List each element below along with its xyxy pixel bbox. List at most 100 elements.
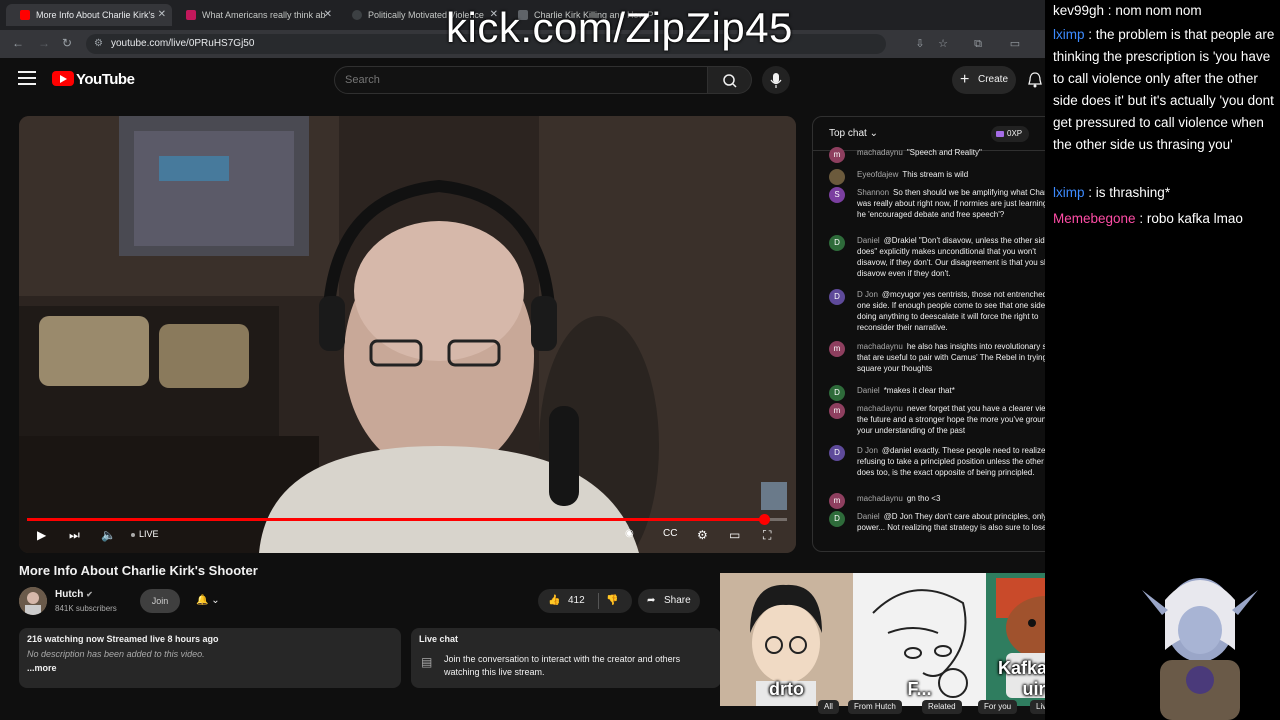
chat-message-text: gn tho <3	[906, 494, 941, 503]
hamburger-menu-icon[interactable]	[18, 71, 36, 85]
microphone-icon	[770, 73, 782, 88]
channel-name[interactable]: Hutch ✔	[55, 589, 93, 600]
chat-author-avatar[interactable]: m	[829, 147, 845, 163]
stream-chat-line: lximp : is thrashing*	[1053, 185, 1171, 200]
chat-author-name[interactable]: machadaynu	[857, 404, 903, 413]
stream-chat-text: nom nom nom	[1115, 3, 1202, 18]
chip-related[interactable]: Related	[922, 700, 962, 714]
forward-arrow-icon[interactable]: →	[38, 36, 50, 50]
share-button[interactable]: ➦ Share	[638, 589, 700, 613]
webcam-label: drto	[769, 679, 804, 699]
chat-author-name[interactable]: Eyeofdajew	[857, 170, 898, 179]
chat-message-body: Shannon So then should we be amplifying w…	[857, 187, 1067, 220]
chat-author-avatar[interactable]: D	[829, 385, 845, 401]
view-stats: 216 watching now Streamed live 8 hours a…	[27, 634, 219, 644]
thumbs-down-icon[interactable]: 👎	[606, 589, 618, 613]
autoplay-toggle-icon[interactable]: ◉	[625, 528, 634, 539]
next-icon[interactable]: ⏭	[69, 528, 80, 543]
chat-author-name[interactable]: Daniel	[857, 512, 880, 521]
theater-mode-icon[interactable]: ▭	[729, 528, 740, 542]
chat-author-avatar[interactable]: D	[829, 511, 845, 527]
install-app-icon[interactable]: ⇩	[914, 38, 926, 50]
stream-overlay-title: kick.com/ZipZip45	[446, 4, 793, 51]
description-box[interactable]: 216 watching now Streamed live 8 hours a…	[19, 628, 401, 688]
chat-author-name[interactable]: machadaynu	[857, 494, 903, 503]
browser-tab-active[interactable]: More Info About Charlie Kirk's ✕	[6, 4, 172, 26]
channel-avatar[interactable]	[19, 587, 47, 615]
description-text: No description has been added to this vi…	[27, 649, 205, 659]
share-arrow-icon: ➦	[647, 595, 656, 606]
chat-author-name[interactable]: Daniel	[857, 236, 880, 245]
chat-message-text: @Drakiel "Don't disavow, unless the othe…	[857, 236, 1064, 278]
chip-all[interactable]: All	[818, 700, 839, 714]
stream-chat-username: lximp	[1053, 27, 1085, 42]
sidepanel-icon[interactable]: ▭	[1009, 38, 1021, 50]
search-button[interactable]	[708, 66, 752, 94]
reload-icon[interactable]: ↻	[62, 36, 72, 50]
chat-author-avatar[interactable]: D	[829, 235, 845, 251]
chat-author-avatar[interactable]	[829, 169, 845, 185]
like-count[interactable]: 412	[568, 589, 585, 613]
top-chat-dropdown[interactable]: Top chat ⌄	[829, 128, 878, 139]
live-chat-info-box[interactable]: Live chat ▤ Join the conversation to int…	[411, 628, 721, 688]
youtube-favicon-icon	[20, 10, 30, 20]
youtube-wordmark[interactable]: YouTube	[76, 71, 135, 88]
chat-message-text: "Speech and Reality"	[906, 148, 982, 157]
live-dot	[131, 532, 135, 537]
video-frame-image	[19, 116, 796, 553]
chat-author-avatar[interactable]: m	[829, 493, 845, 509]
settings-gear-icon[interactable]: ⚙	[697, 528, 708, 542]
chat-message-body: Daniel *makes it clear that*	[857, 385, 1067, 396]
chat-author-avatar[interactable]: D	[829, 445, 845, 461]
webcam-tile: drto	[720, 573, 853, 706]
chat-message-body: Eyeofdajew This stream is wild	[857, 169, 1067, 180]
play-icon[interactable]: ▶	[37, 528, 46, 542]
notifications-bell-icon[interactable]	[1028, 72, 1042, 88]
chat-author-name[interactable]: machadaynu	[857, 342, 903, 351]
xp-badge[interactable]: 0XP	[991, 126, 1029, 142]
chat-message-body: Daniel @Drakiel "Don't disavow, unless th…	[857, 235, 1067, 279]
chip-from-hutch[interactable]: From Hutch	[848, 700, 902, 714]
search-input[interactable]	[345, 67, 695, 93]
voice-search-button[interactable]	[762, 66, 790, 94]
chat-author-avatar[interactable]: D	[829, 289, 845, 305]
browser-tab[interactable]: What Americans really think ab ✕	[172, 4, 338, 26]
bookmark-star-icon[interactable]: ☆	[937, 38, 949, 50]
captions-icon[interactable]: CC	[663, 528, 677, 539]
chat-author-name[interactable]: Shannon	[857, 188, 889, 197]
stream-chat-username: kev99gh	[1053, 3, 1105, 18]
tab-title: More Info About Charlie Kirk's	[36, 10, 155, 20]
progress-bar[interactable]	[27, 514, 787, 525]
create-button[interactable]: + Create	[952, 66, 1016, 94]
chat-message-body: machadaynu "Speech and Reality"	[857, 147, 1067, 158]
chat-author-name[interactable]: D Jon	[857, 446, 878, 455]
chat-bubble-icon: ▤	[421, 655, 433, 669]
chat-author-name[interactable]: D Jon	[857, 290, 878, 299]
chip-for-you[interactable]: For you	[978, 700, 1018, 714]
youtube-logo-icon[interactable]	[52, 71, 74, 86]
chat-author-name[interactable]: Daniel	[857, 386, 880, 395]
volume-icon[interactable]: 🔈	[101, 528, 116, 542]
chat-author-avatar[interactable]: m	[829, 403, 845, 419]
join-button[interactable]: Join	[140, 589, 180, 613]
chat-message-body: D Jon @daniel exactly. These people need …	[857, 445, 1067, 478]
chat-author-avatar[interactable]: S	[829, 187, 845, 203]
chat-author-name[interactable]: machadaynu	[857, 148, 903, 157]
more-link[interactable]: ...more	[27, 663, 57, 673]
live-indicator[interactable]: LIVE	[131, 529, 159, 539]
thumbs-up-icon[interactable]: 👍	[548, 589, 560, 613]
subscription-bell-button[interactable]: 🔔 ⌄	[186, 589, 232, 613]
back-arrow-icon[interactable]: ←	[12, 36, 24, 50]
fullscreen-icon[interactable]: ⛶	[763, 528, 771, 543]
close-tab-icon[interactable]: ✕	[324, 4, 332, 26]
search-box[interactable]	[334, 66, 708, 94]
extensions-icon[interactable]: ⧉	[972, 38, 984, 50]
close-tab-icon[interactable]: ✕	[158, 4, 166, 26]
site-info-icon[interactable]: ⚙	[94, 38, 103, 49]
plus-icon: +	[960, 71, 970, 88]
top-chat-label: Top chat	[829, 128, 867, 139]
create-label: Create	[978, 74, 1009, 85]
video-player[interactable]: ▶ ⏭ 🔈 LIVE ◉ CC ⚙ ▭ ⛶	[19, 116, 796, 553]
chat-author-avatar[interactable]: m	[829, 341, 845, 357]
url-text[interactable]: youtube.com/live/0PRuHS7Gj50	[111, 38, 254, 49]
